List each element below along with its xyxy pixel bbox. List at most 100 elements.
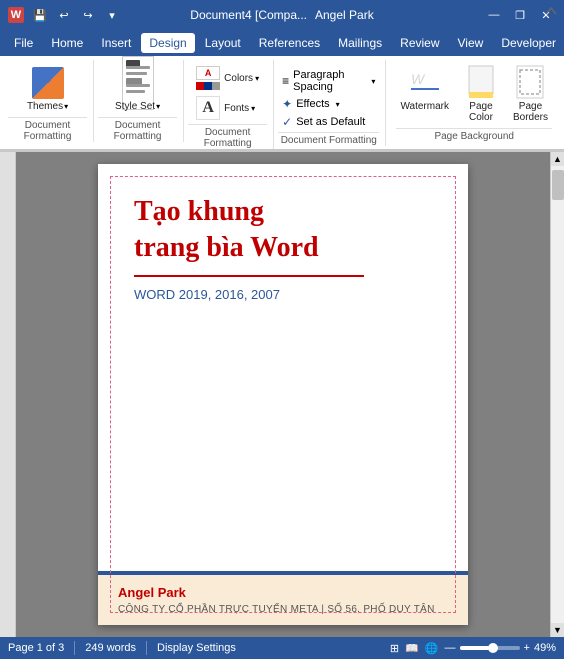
status-right: ⊞ 📖 🌐 — + 49% bbox=[390, 642, 556, 655]
doc-formatting-label2: Document Formatting bbox=[98, 117, 177, 142]
set-as-default-label: Set as Default bbox=[296, 116, 365, 128]
style-set-group: Style Set ▾ Document Formatting bbox=[96, 60, 184, 142]
page-color-icon bbox=[465, 67, 497, 99]
paragraph-spacing-icon: ≡ bbox=[282, 74, 289, 88]
zoom-out-button[interactable]: — bbox=[445, 642, 456, 654]
effects-button[interactable]: ✦ Effects ▾ bbox=[278, 96, 379, 112]
page-borders-button[interactable]: Page Borders bbox=[509, 64, 552, 126]
maximize-button[interactable]: ❐ bbox=[510, 6, 530, 24]
fonts-label: Fonts bbox=[224, 103, 249, 114]
minimize-button[interactable]: — bbox=[484, 6, 504, 24]
svg-text:W: W bbox=[411, 71, 426, 87]
layout-normal-icon[interactable]: ⊞ bbox=[390, 642, 399, 655]
style-set-dropdown-icon: ▾ bbox=[156, 102, 160, 111]
watermark-button[interactable]: W Watermark bbox=[396, 64, 453, 115]
quick-access-more-button[interactable]: ▾ bbox=[102, 6, 122, 24]
paragraph-spacing-button[interactable]: ≡ Paragraph Spacing ▾ bbox=[278, 68, 379, 94]
zoom-level[interactable]: 49% bbox=[534, 642, 556, 654]
menu-file[interactable]: File bbox=[6, 33, 41, 53]
title-line2: trang bìa Word bbox=[134, 230, 432, 266]
themes-label: Themes bbox=[27, 101, 63, 112]
footer-name: Angel Park bbox=[118, 585, 448, 600]
page-borders-icon bbox=[514, 67, 546, 99]
style-set-label: Style Set bbox=[115, 101, 155, 112]
scroll-thumb[interactable] bbox=[552, 170, 564, 200]
vertical-scrollbar[interactable]: ▲ ▼ bbox=[550, 152, 564, 637]
menu-home[interactable]: Home bbox=[43, 33, 91, 53]
document-subtitle: WORD 2019, 2016, 2007 bbox=[134, 287, 432, 302]
page-info: Page 1 of 3 bbox=[8, 642, 64, 654]
document-title: Tạo khung trang bìa Word bbox=[134, 194, 432, 267]
page-content: Tạo khung trang bìa Word WORD 2019, 2016… bbox=[98, 164, 468, 625]
fonts-icon: A bbox=[196, 96, 220, 120]
page-spacer bbox=[134, 322, 432, 571]
fonts-button[interactable]: A Fonts ▾ bbox=[192, 94, 262, 122]
zoom-slider-fill bbox=[460, 646, 489, 650]
menu-design[interactable]: Design bbox=[141, 33, 194, 53]
themes-button[interactable]: Themes ▾ bbox=[23, 64, 72, 115]
title-underline bbox=[134, 275, 364, 277]
colors-dropdown-icon: ▾ bbox=[255, 74, 259, 83]
dropdown-items: ≡ Paragraph Spacing ▾ ✦ Effects ▾ ✓ Set … bbox=[278, 64, 379, 130]
fonts-dropdown-icon: ▾ bbox=[251, 104, 255, 113]
page-background-group: W Watermark bbox=[388, 60, 558, 142]
layout-read-icon[interactable]: 📖 bbox=[405, 642, 419, 655]
quick-access-toolbar: 💾 ↩ ↪ ▾ bbox=[30, 6, 122, 24]
undo-button[interactable]: ↩ bbox=[54, 6, 74, 24]
themes-group: Themes ▾ Document Formatting bbox=[6, 60, 94, 142]
menu-layout[interactable]: Layout bbox=[197, 33, 249, 53]
save-button[interactable]: 💾 bbox=[30, 6, 50, 24]
style-set-button[interactable]: Style Set ▾ bbox=[110, 64, 166, 115]
ribbon: Themes ▾ Document Formatting bbox=[0, 56, 564, 152]
scroll-area[interactable]: Tạo khung trang bìa Word WORD 2019, 2016… bbox=[16, 152, 550, 637]
menu-mailings[interactable]: Mailings bbox=[330, 33, 390, 53]
effects-dropdown-icon: ▾ bbox=[336, 100, 340, 109]
vertical-ruler bbox=[0, 152, 16, 637]
themes-icon bbox=[32, 67, 64, 99]
page-color-button[interactable]: Page Color bbox=[461, 64, 501, 126]
zoom-bar: — + 49% bbox=[445, 642, 556, 654]
status-divider2 bbox=[146, 641, 147, 655]
menu-bar: File Home Insert Design Layout Reference… bbox=[0, 30, 564, 56]
menu-developer[interactable]: Developer bbox=[493, 33, 564, 53]
title-bar-left: W 💾 ↩ ↪ ▾ bbox=[8, 6, 122, 24]
status-left: Page 1 of 3 249 words Display Settings bbox=[8, 641, 236, 655]
word-count: 249 words bbox=[85, 642, 136, 654]
title-bar: W 💾 ↩ ↪ ▾ Document4 [Compa... Angel Park… bbox=[0, 0, 564, 30]
user-name: Angel Park bbox=[315, 8, 374, 22]
zoom-in-button[interactable]: + bbox=[524, 642, 530, 654]
menu-view[interactable]: View bbox=[450, 33, 492, 53]
watermark-label: Watermark bbox=[400, 101, 449, 112]
menu-review[interactable]: Review bbox=[392, 33, 447, 53]
watermark-icon: W bbox=[409, 67, 441, 99]
effects-group: ≡ Paragraph Spacing ▾ ✦ Effects ▾ ✓ Set … bbox=[276, 60, 386, 146]
themes-dropdown-icon: ▾ bbox=[64, 102, 68, 111]
ribbon-collapse-button[interactable] bbox=[544, 4, 558, 21]
word-logo-icon: W bbox=[8, 7, 24, 23]
doc-formatting-label4: Document Formatting bbox=[278, 132, 379, 146]
scroll-up-button[interactable]: ▲ bbox=[551, 152, 564, 166]
document-title: Document4 [Compa... bbox=[190, 8, 307, 22]
menu-insert[interactable]: Insert bbox=[93, 33, 139, 53]
set-as-default-button[interactable]: ✓ Set as Default bbox=[278, 114, 379, 130]
status-bar: Page 1 of 3 249 words Display Settings ⊞… bbox=[0, 637, 564, 659]
paragraph-spacing-dropdown-icon: ▾ bbox=[371, 77, 375, 86]
colors-fonts-group: A Colors ▾ A bbox=[186, 60, 274, 149]
doc-formatting-label: Document Formatting bbox=[8, 117, 87, 142]
effects-label: Effects bbox=[296, 98, 329, 110]
display-settings[interactable]: Display Settings bbox=[157, 642, 236, 654]
title-line1: Tạo khung bbox=[134, 194, 432, 230]
zoom-slider[interactable] bbox=[460, 646, 520, 650]
colors-button[interactable]: A Colors ▾ bbox=[192, 64, 263, 92]
menu-references[interactable]: References bbox=[251, 33, 328, 53]
colors-label: Colors bbox=[224, 73, 253, 84]
scroll-track[interactable] bbox=[551, 166, 564, 623]
page-color-label: Page bbox=[469, 101, 492, 112]
colors-icon: A bbox=[196, 66, 220, 90]
redo-button[interactable]: ↪ bbox=[78, 6, 98, 24]
layout-web-icon[interactable]: 🌐 bbox=[425, 642, 439, 655]
page-borders-label: Page bbox=[519, 101, 542, 112]
document-footer: Angel Park CÔNG TY CỔ PHẦN TRỰC TUYẾN ME… bbox=[98, 571, 468, 625]
scroll-down-button[interactable]: ▼ bbox=[551, 623, 564, 637]
page-borders-label2: Borders bbox=[513, 112, 548, 123]
